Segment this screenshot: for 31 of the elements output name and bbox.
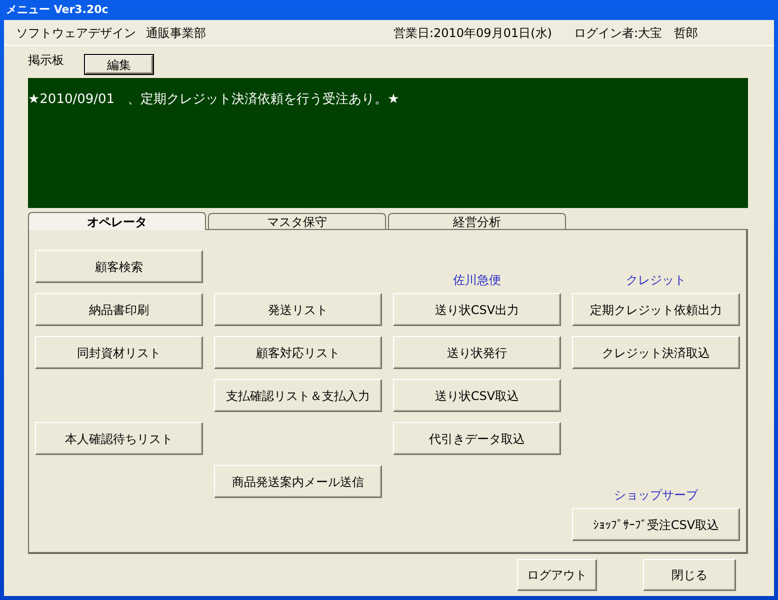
bulletin-label: 掲示板 [28, 52, 64, 69]
section-heading: ショップサーブ [613, 487, 699, 504]
menu-button[interactable]: 定期クレジット依頼出力 [572, 293, 740, 326]
logout-button[interactable]: ログアウト [517, 559, 597, 591]
menu-button[interactable]: 本人確認待ちリスト [35, 422, 203, 455]
menu-button[interactable]: クレジット決済取込 [572, 336, 740, 369]
login-user: ログイン者:大宝 哲郎 [574, 24, 698, 42]
menu-button[interactable]: ｼｮｯﾌﾟｻｰﾌﾞ受注CSV取込 [572, 508, 740, 541]
menu-button[interactable]: 支払確認リスト＆支払入力 [214, 379, 382, 412]
window-title: メニュー Ver3.20c [5, 2, 110, 18]
close-button[interactable]: 閉じる [643, 559, 736, 591]
section-heading: クレジット [625, 272, 687, 289]
company-name: ソフトウェアデザイン [16, 24, 136, 42]
menu-button[interactable]: 発送リスト [214, 293, 382, 326]
tab[interactable]: オペレータ [28, 212, 206, 230]
menu-button[interactable]: 送り状発行 [393, 336, 561, 369]
tab[interactable]: 経営分析 [388, 213, 566, 229]
bulletin-message: ★2010/09/01 、定期クレジット決済依頼を行う受注あり。★ [28, 92, 400, 107]
menu-button[interactable]: 送り状CSV出力 [393, 293, 561, 326]
section-heading: 佐川急便 [452, 272, 502, 289]
menu-button[interactable]: 同封資材リスト [35, 336, 203, 369]
menu-button[interactable]: 顧客対応リスト [214, 336, 382, 369]
menu-button[interactable]: 納品書印刷 [35, 293, 203, 326]
menu-button[interactable]: 代引きデータ取込 [393, 422, 561, 455]
tab[interactable]: マスタ保守 [208, 213, 386, 229]
menu-button[interactable]: 顧客検索 [35, 250, 203, 283]
edit-button[interactable]: 編集 [85, 55, 153, 74]
menu-button[interactable]: 送り状CSV取込 [393, 379, 561, 412]
business-date: 営業日:2010年09月01日(水) [393, 24, 552, 42]
menu-button[interactable]: 商品発送案内メール送信 [214, 465, 382, 498]
department-name: 通販事業部 [146, 24, 206, 42]
